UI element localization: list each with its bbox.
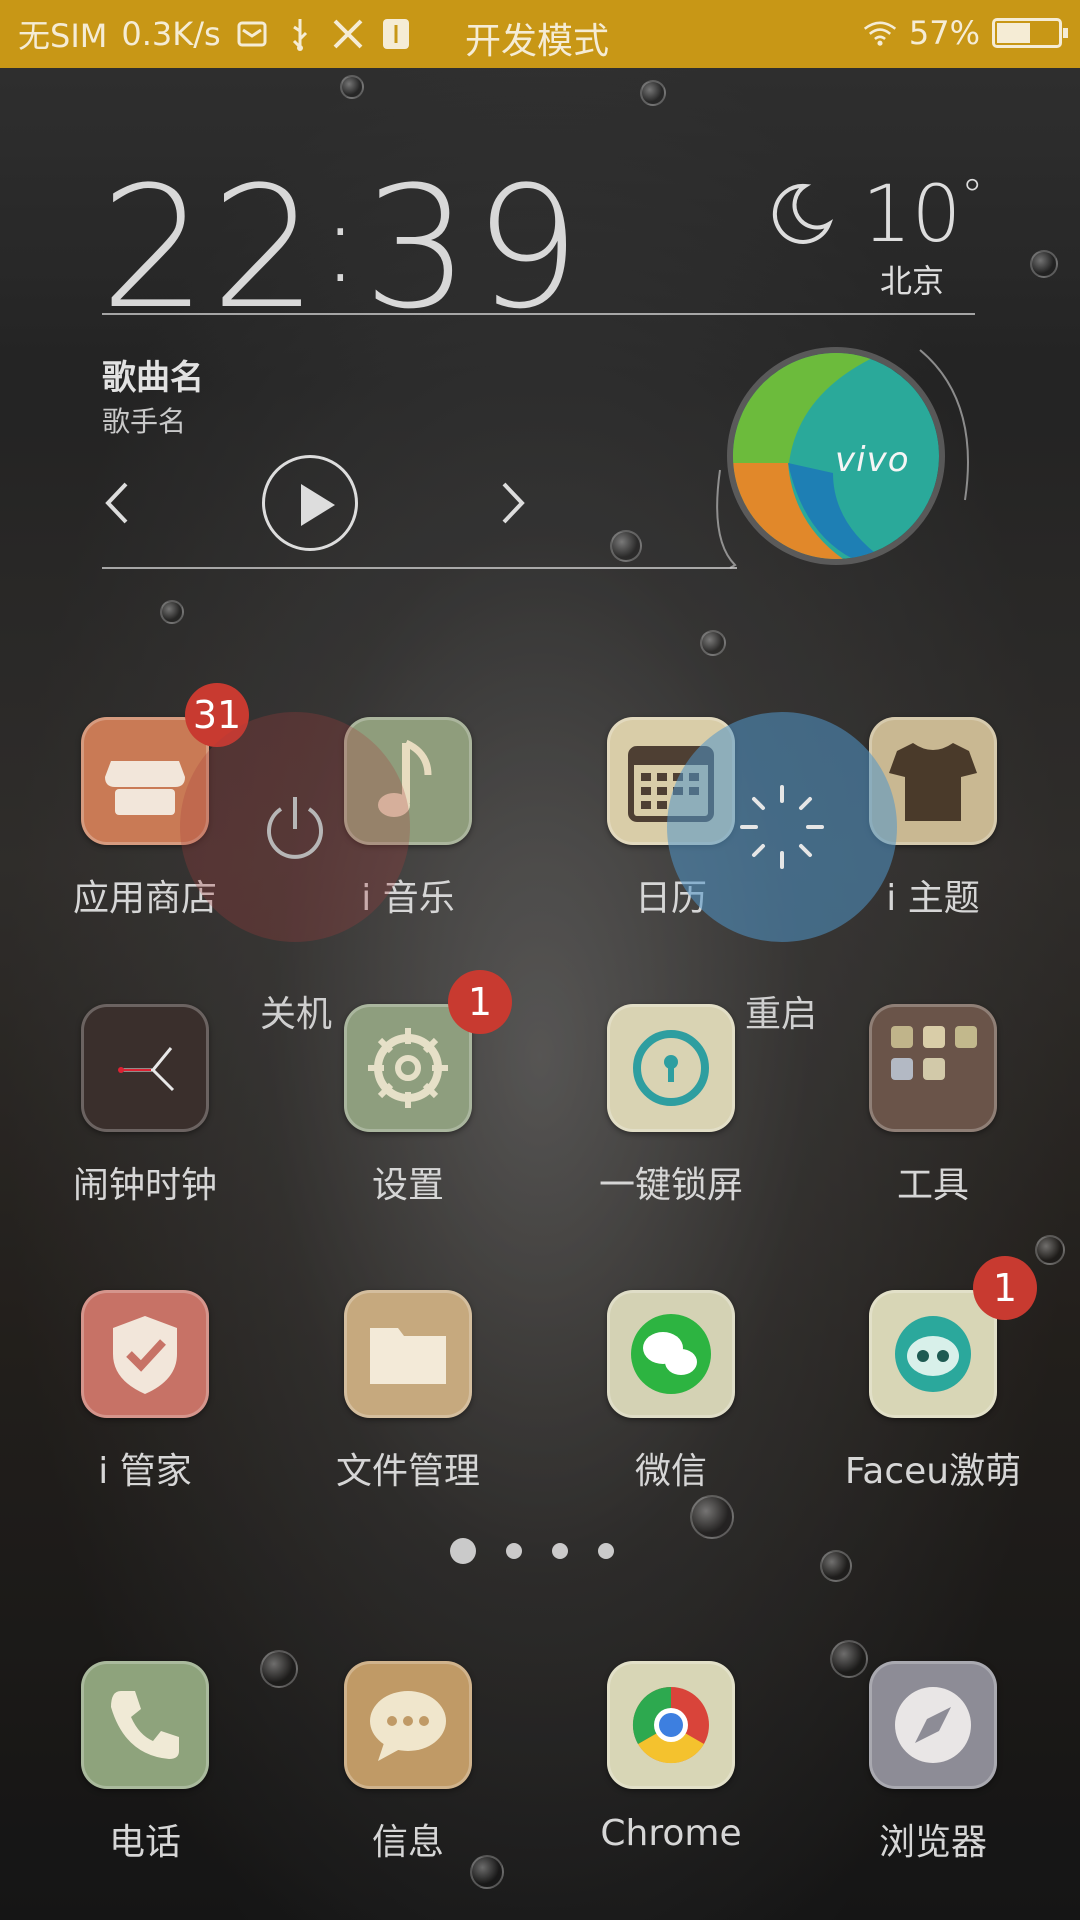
dock-app-phone[interactable]: 电话 bbox=[50, 1661, 240, 1865]
power-icon bbox=[267, 797, 323, 859]
widget-divider bbox=[102, 313, 975, 315]
moon-icon bbox=[765, 180, 835, 254]
raindrop bbox=[1035, 1235, 1065, 1265]
page-dot[interactable] bbox=[506, 1543, 522, 1559]
page-indicator bbox=[450, 1538, 614, 1564]
raindrop bbox=[820, 1550, 852, 1582]
app-label: Faceu激萌 bbox=[844, 1451, 1022, 1492]
chrome-icon bbox=[607, 1661, 735, 1789]
raindrop bbox=[700, 630, 726, 656]
sim-status: 无SIM bbox=[18, 17, 108, 55]
faceu-icon: 1 bbox=[869, 1256, 1037, 1418]
network-speed: 0.3K/s bbox=[121, 15, 221, 53]
music-widget-line bbox=[102, 567, 737, 569]
app-label: i 管家 bbox=[98, 1451, 192, 1492]
previous-track-button[interactable] bbox=[102, 480, 132, 530]
raindrop bbox=[160, 600, 184, 624]
app-label: 一键锁屏 bbox=[598, 1165, 743, 1206]
artist-name: 歌手名 bbox=[102, 405, 187, 438]
dock-app-chrome[interactable]: Chrome bbox=[576, 1661, 766, 1854]
app-label: Chrome bbox=[600, 1813, 742, 1854]
clock-widget[interactable]: 22:39 bbox=[100, 150, 585, 346]
usb-icon bbox=[283, 17, 317, 51]
app-label: 文件管理 bbox=[335, 1451, 480, 1492]
app-label: 浏览器 bbox=[878, 1822, 987, 1863]
page-dot[interactable] bbox=[598, 1543, 614, 1559]
song-title: 歌曲名 bbox=[102, 358, 204, 398]
clock-hour: 22 bbox=[100, 150, 322, 346]
page-dot-active[interactable] bbox=[450, 1538, 476, 1564]
app-file-manager[interactable]: 文件管理 bbox=[313, 1290, 503, 1494]
play-button[interactable] bbox=[262, 455, 358, 551]
battery-icon bbox=[992, 18, 1068, 48]
app-label: 信息 bbox=[371, 1822, 444, 1863]
raindrop bbox=[340, 75, 364, 99]
developer-mode-title: 开发模式 bbox=[465, 21, 610, 62]
clock-separator: : bbox=[321, 179, 363, 307]
battery-fill bbox=[997, 23, 1030, 43]
weather-city: 北京 bbox=[880, 262, 945, 300]
wechat-icon bbox=[607, 1290, 735, 1418]
tools-folder-icon bbox=[869, 1004, 997, 1132]
raindrop bbox=[610, 530, 642, 562]
wifi-icon bbox=[863, 16, 897, 50]
power-off-label: 关机 bbox=[260, 994, 333, 1035]
mail-icon bbox=[235, 17, 269, 51]
app-settings[interactable]: 1 设置 bbox=[313, 970, 512, 1208]
notification-badge: 1 bbox=[448, 970, 512, 1034]
gear-icon: 1 bbox=[344, 970, 512, 1132]
page-dot[interactable] bbox=[552, 1543, 568, 1559]
app-label: 闹钟时钟 bbox=[72, 1165, 217, 1206]
vivo-logo: vivo bbox=[835, 440, 910, 480]
shield-icon bbox=[81, 1290, 209, 1418]
app-wechat[interactable]: 微信 bbox=[576, 1290, 766, 1494]
developer-tools-icon bbox=[331, 17, 365, 51]
usb-debug-icon bbox=[379, 17, 413, 51]
dock-app-browser[interactable]: 浏览器 bbox=[838, 1661, 1028, 1865]
raindrop bbox=[260, 1650, 298, 1688]
notification-badge: 1 bbox=[973, 1256, 1037, 1320]
raindrop bbox=[1030, 250, 1058, 278]
app-tools-folder[interactable]: 工具 bbox=[838, 1004, 1028, 1208]
compass-icon bbox=[869, 1661, 997, 1789]
restart-overlay[interactable] bbox=[667, 712, 897, 942]
raindrop bbox=[640, 80, 666, 106]
app-label: 设置 bbox=[371, 1165, 444, 1206]
power-off-overlay[interactable] bbox=[180, 712, 410, 942]
temp-degree: ° bbox=[961, 170, 984, 221]
raindrop bbox=[690, 1495, 734, 1539]
folder-icon bbox=[344, 1290, 472, 1418]
app-faceu[interactable]: 1 Faceu激萌 bbox=[838, 1256, 1037, 1494]
app-alarm-clock[interactable]: 闹钟时钟 bbox=[50, 1004, 240, 1208]
clock-icon bbox=[81, 1004, 209, 1132]
app-one-key-lock[interactable]: 一键锁屏 bbox=[576, 1004, 766, 1208]
app-label: 微信 bbox=[634, 1451, 707, 1492]
status-bar: 无SIM 0.3K/s 开发模式 57% bbox=[0, 0, 1080, 68]
battery-percent: 57% bbox=[908, 14, 980, 52]
dock-app-messages[interactable]: 信息 bbox=[313, 1661, 503, 1865]
clock-minute: 39 bbox=[362, 150, 585, 346]
loading-spinner-icon bbox=[740, 785, 824, 869]
message-icon bbox=[344, 1661, 472, 1789]
temp-value: 10 bbox=[862, 170, 962, 260]
phone-icon bbox=[81, 1661, 209, 1789]
lock-screen-icon bbox=[607, 1004, 735, 1132]
restart-label: 重启 bbox=[745, 994, 818, 1035]
app-i-manager[interactable]: i 管家 bbox=[50, 1290, 240, 1494]
weather-temperature[interactable]: 10° bbox=[862, 170, 983, 260]
next-track-button[interactable] bbox=[498, 480, 528, 530]
app-label: 电话 bbox=[108, 1822, 181, 1863]
app-label: 工具 bbox=[896, 1165, 969, 1206]
